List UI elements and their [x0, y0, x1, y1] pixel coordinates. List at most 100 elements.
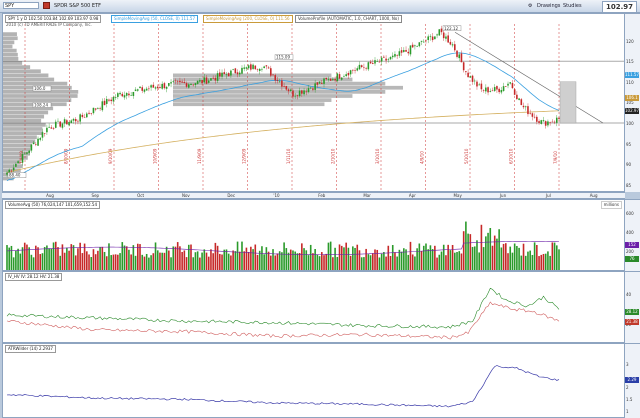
volume-profile-legend[interactable]: VolumeProfile (AUTOMATIC, 1.0, CHART, 10…: [295, 15, 402, 23]
price-axis-label: 90: [626, 162, 632, 168]
candle-body: [61, 123, 64, 128]
candle-body: [380, 57, 383, 62]
volume-bar: [199, 257, 201, 270]
candle-body: [263, 66, 265, 69]
volume-bar: [272, 249, 274, 270]
volume-profile-bar: [3, 94, 78, 98]
callout-text: 108.24: [34, 103, 48, 108]
volume-bar: [181, 251, 183, 270]
candle-body: [449, 41, 452, 45]
sma50-legend[interactable]: SimpleMovingAvg (50, CLOSE, 0) 111.57: [111, 15, 198, 23]
studies-button[interactable]: Studies: [563, 2, 582, 10]
volume-bar: [529, 250, 531, 270]
candle-body: [456, 50, 458, 57]
candle-body: [391, 55, 394, 58]
volume-bar: [221, 254, 223, 270]
candle-body: [37, 138, 39, 146]
atr-axis[interactable]: 3 2 1.5 1 2.29: [625, 343, 640, 418]
candle-body: [498, 88, 500, 93]
callout-text: 115.09: [276, 55, 290, 60]
candle-body: [371, 62, 374, 64]
month-label: Nov: [181, 193, 190, 198]
volume-bar: [338, 244, 341, 270]
price-callout: 108.24: [32, 102, 52, 108]
atr-axis-label: 1.5: [626, 397, 633, 403]
volume-chart[interactable]: [3, 200, 625, 271]
volume-bar: [511, 252, 514, 270]
price-pane[interactable]: 7/9/09 8/10/09 9/10/09 10/9/09 11/9/09 12/9/0…: [2, 13, 625, 192]
candle-body: [336, 73, 339, 82]
volume-profile-bar: [173, 102, 325, 107]
candle-body: [114, 97, 117, 98]
candle-body: [12, 167, 15, 171]
month-label: Aug: [46, 193, 54, 198]
candle-body: [440, 28, 443, 33]
price-axis-tag: 106.1: [625, 94, 639, 101]
volume-bar: [314, 249, 316, 270]
atr-axis-label: 1: [626, 409, 629, 415]
candle-body: [265, 65, 268, 67]
candle-body: [6, 172, 8, 175]
candle-body: [252, 64, 254, 69]
volume-bar: [46, 245, 48, 270]
candle-body: [110, 99, 112, 102]
volume-bar: [354, 247, 356, 270]
volume-bar: [205, 252, 208, 270]
style-gear-icon[interactable]: ⚙: [528, 2, 532, 10]
candle-body: [196, 80, 199, 84]
copyright-title: 2010 (c) TD AMERITRADE IP Company, Inc.: [6, 22, 92, 27]
volume-pane[interactable]: VolumeAvg (50) 76,024,147 101,659,152.54…: [2, 199, 625, 271]
candle-body: [130, 95, 132, 96]
sma200-legend[interactable]: SimpleMovingAvg (200, CLOSE, 0) 111.56: [203, 15, 293, 23]
volume-bar: [230, 255, 232, 270]
candle-body: [97, 108, 99, 110]
candle-body: [405, 50, 407, 52]
event-label: 1/11/10: [286, 148, 291, 164]
ivhv-pane[interactable]: IV_HV IV: 28.12 HV: 21.38: [2, 271, 625, 343]
price-chart[interactable]: 7/9/09 8/10/09 9/10/09 10/9/09 11/9/09 12/9/0…: [3, 14, 625, 192]
volume-units: millions: [600, 201, 622, 209]
candle-body: [318, 81, 321, 84]
candle-body: [518, 98, 520, 100]
volume-bar: [555, 245, 558, 270]
candle-body: [445, 36, 447, 39]
drawings-button[interactable]: Drawings: [537, 2, 560, 10]
volume-bar: [434, 245, 436, 270]
volume-bar: [460, 253, 463, 270]
symbol-input[interactable]: SPY: [3, 2, 39, 9]
volume-bar: [387, 245, 390, 270]
callout-text: 88.40: [9, 173, 21, 178]
candle-body: [320, 82, 323, 84]
candle-body: [221, 72, 223, 77]
volume-profile-bar: [3, 131, 43, 135]
volume-bar: [504, 243, 507, 270]
symbol-color-icon[interactable]: [43, 2, 50, 9]
price-axis-tag: 102.97: [625, 107, 639, 114]
candle-body: [420, 40, 423, 42]
volume-bar: [396, 256, 398, 270]
volume-axis[interactable]: 600 400 200 152 76: [625, 199, 640, 271]
volume-bar: [170, 257, 172, 270]
volume-bar: [309, 244, 312, 270]
volume-axis-label: 400: [626, 229, 634, 235]
month-label: Dec: [227, 193, 236, 198]
month-label: Oct: [137, 193, 145, 198]
volume-bar: [347, 247, 350, 270]
price-axis[interactable]: 120 115 110 105 100 95 90 85 111.57 106.1 102.97: [625, 13, 640, 192]
atr-chart[interactable]: [3, 344, 625, 418]
ivhv-axis[interactable]: 402028.1221.38: [625, 271, 640, 343]
volume-profile-bar: [3, 118, 42, 123]
atr-pane[interactable]: ATRWilder (14) 2.2937: [2, 343, 625, 418]
candle-body: [312, 88, 314, 90]
candle-body: [398, 51, 401, 56]
volume-profile-bar: [3, 73, 49, 78]
atr-line: [6, 365, 560, 408]
ivhv-chart[interactable]: [3, 272, 625, 343]
candle-body: [170, 82, 172, 84]
volume-bar: [194, 252, 197, 270]
candle-body: [185, 83, 188, 87]
candle-body: [544, 121, 547, 126]
candle-body: [17, 161, 19, 164]
candle-body: [152, 84, 155, 88]
time-axis[interactable]: Aug Sep Oct Nov Dec '10 Feb Mar Apr May Jun Jul Aug: [2, 192, 625, 199]
